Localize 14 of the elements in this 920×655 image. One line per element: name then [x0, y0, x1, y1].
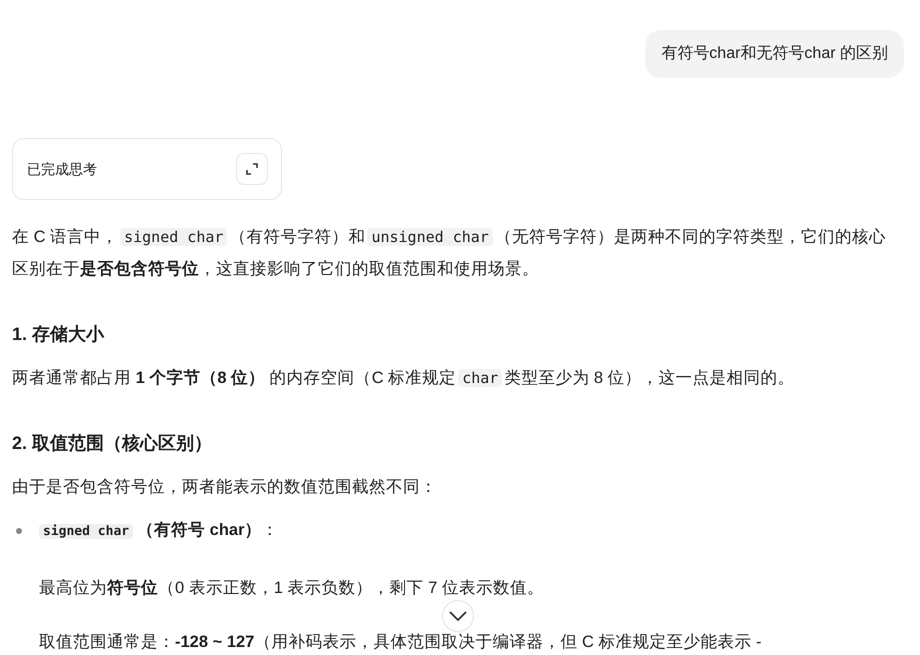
- expand-button[interactable]: [236, 153, 268, 185]
- paragraph: 最高位为符号位（0 表示正数，1 表示负数），剩下 7 位表示数值。: [39, 578, 545, 598]
- expand-icon: [246, 163, 258, 175]
- thinking-label: 已完成思考: [27, 160, 97, 178]
- scroll-down-button[interactable]: [442, 600, 474, 632]
- list-item: signed char （有符号 char）：: [39, 514, 279, 548]
- section-heading: 2. 取值范围（核心区别）: [12, 432, 214, 455]
- user-message: 有符号char和无符号char 的区别: [645, 30, 904, 78]
- section-heading: 1. 存储大小: [12, 323, 106, 346]
- paragraph: 两者通常都占用 1 个字节（8 位） 的内存空间（C 标准规定 char 类型至少为 8 位），这一点是相同的。: [12, 368, 796, 389]
- chevron-down-icon: [449, 611, 467, 621]
- paragraph: 由于是否包含符号位，两者能表示的数值范围截然不同：: [12, 477, 438, 498]
- paragraph: 在 C 语言中， signed char （有符号字符）和 unsigned char （无符号字符）是两种不同的字符类型，它们的核心区别在于是否包含符号位，这直接影响了它们的取值范围和使用场景。: [12, 227, 887, 280]
- paragraph: 取值范围通常是：-128 ~ 127（用补码表示，具体范围取决于编译器，但 C 标准规定至少能表示 -: [39, 632, 763, 652]
